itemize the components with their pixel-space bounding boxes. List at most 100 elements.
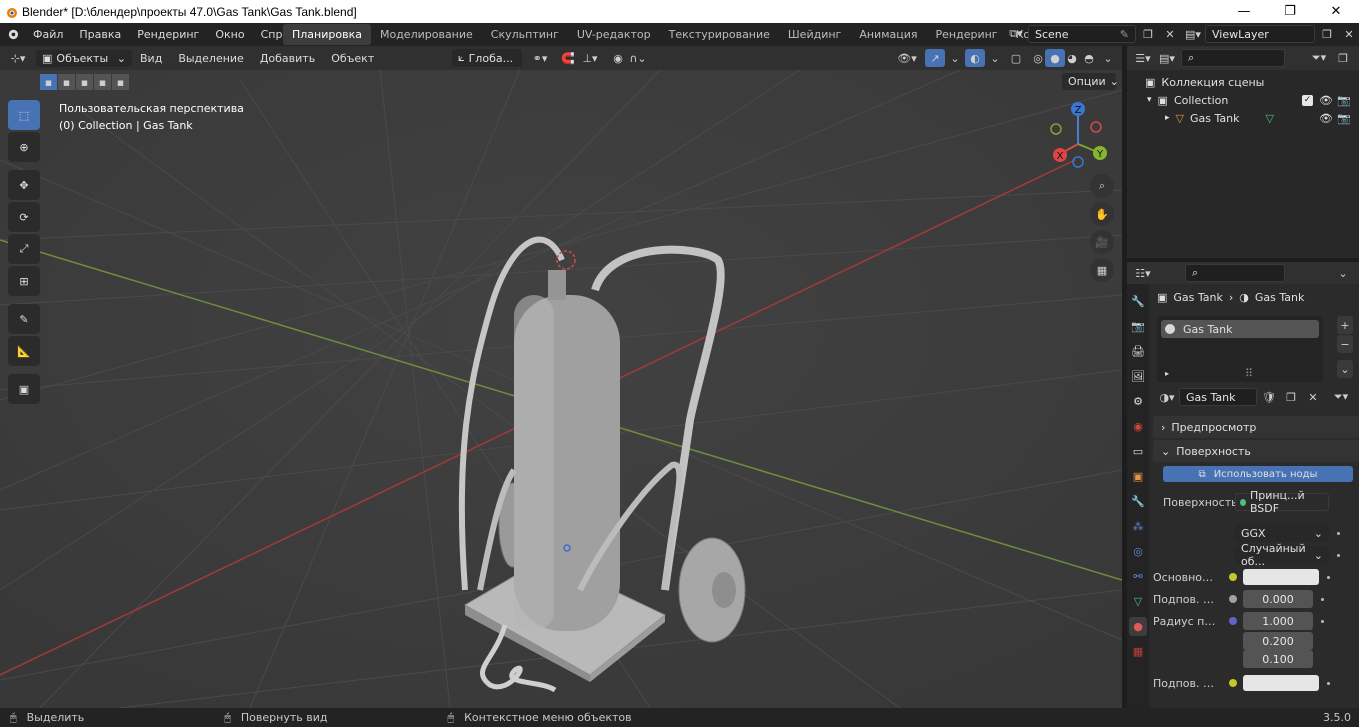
panel-surface[interactable]: ⌄ Поверхность (1153, 440, 1359, 462)
menu-select[interactable]: Выделение (170, 52, 252, 65)
pin-icon[interactable]: ✎ (1120, 28, 1129, 41)
scene-field[interactable]: Scene ✎ (1028, 25, 1136, 43)
keyframe-dot-icon[interactable] (1327, 681, 1330, 685)
material-link-icon[interactable]: ⏷▾ (1331, 388, 1351, 406)
snap-target-icon[interactable]: ⊥▾ (580, 49, 600, 67)
add-cube-tool-icon[interactable]: ▣ (8, 374, 40, 404)
outliner-row-gas-tank[interactable]: ▸ ▽ Gas Tank ▽ 👁 📷 (1127, 109, 1359, 127)
checkbox-icon[interactable]: ✓ (1302, 94, 1313, 106)
render-tab-icon[interactable]: 📷 (1129, 317, 1147, 336)
scale-tool-icon[interactable]: ⤢ (8, 234, 40, 264)
keyframe-dot-icon[interactable] (1337, 553, 1340, 557)
options-dropdown[interactable]: Опции ⌄ (1062, 73, 1119, 90)
menu-view[interactable]: Вид (132, 52, 170, 65)
duplicate-material-icon[interactable]: ❐ (1281, 388, 1301, 406)
remove-slot-button[interactable]: − (1337, 335, 1353, 353)
proportional-edit-icon[interactable]: ◉ (608, 49, 628, 67)
expand-icon[interactable]: ▾ (1147, 95, 1152, 105)
outliner-row-collection[interactable]: ▾ ▣ Collection ✓ 👁 📷 (1127, 91, 1359, 109)
measure-tool-icon[interactable]: 📐 (8, 336, 40, 366)
subsurface-color-swatch[interactable] (1243, 675, 1319, 691)
transform-tool-icon[interactable]: ⊞ (8, 266, 40, 296)
data-tab-icon[interactable]: ▽ (1129, 592, 1147, 611)
camera-icon[interactable]: 🎥 (1090, 230, 1114, 254)
visibility-icon[interactable]: 👁▾ (897, 49, 917, 67)
keyframe-dot-icon[interactable] (1321, 597, 1324, 601)
properties-search-input[interactable]: ⌕ (1185, 264, 1285, 282)
menu-edit[interactable]: Правка (71, 28, 129, 41)
falloff-icon[interactable]: ∩⌄ (628, 49, 648, 67)
new-scene-icon[interactable]: ❐ (1138, 25, 1158, 43)
close-button[interactable]: ✕ (1313, 0, 1359, 23)
subsurface-field[interactable]: 0.000 (1243, 590, 1313, 608)
resize-handle-icon[interactable]: ⠿ (1245, 367, 1253, 380)
subsurface-radius-y-field[interactable]: 0.200 (1243, 632, 1313, 650)
editor-type-icon[interactable]: ⊹▾ (8, 49, 28, 67)
tab-texture-paint[interactable]: Текстурирование (660, 24, 779, 45)
shading-dropdown-icon[interactable]: ⌄ (1098, 49, 1118, 67)
select-subtract-icon[interactable]: ▪ (76, 74, 93, 90)
view-layer-icon[interactable]: ▤▾ (1183, 25, 1203, 43)
navigation-gizmo[interactable]: Z Y X (1040, 100, 1120, 180)
new-collection-icon[interactable]: ❐ (1333, 49, 1353, 67)
view-layer-field[interactable]: ViewLayer (1205, 25, 1315, 43)
eye-icon[interactable]: 👁 (1319, 94, 1333, 107)
keyframe-dot-icon[interactable] (1321, 619, 1324, 623)
snap-icon[interactable]: 🧲 (558, 49, 578, 67)
scene-icon[interactable]: ⧉▾ (1006, 25, 1026, 43)
outliner-row-scene-collection[interactable]: ▣ Коллекция сцены (1127, 73, 1359, 91)
modifier-tab-icon[interactable]: 🔧 (1129, 492, 1147, 511)
filter-icon[interactable]: ⏷▾ (1309, 49, 1329, 67)
rotate-tool-icon[interactable]: ⟳ (8, 202, 40, 232)
output-tab-icon[interactable]: 🖨 (1129, 342, 1147, 361)
tool-tab-icon[interactable]: 🔧 (1129, 292, 1147, 311)
panel-preview[interactable]: › Предпросмотр (1153, 416, 1359, 438)
tab-animation[interactable]: Анимация (850, 24, 926, 45)
gizmo-dropdown-icon[interactable]: ⌄ (945, 49, 965, 67)
material-tab-icon[interactable]: ● (1129, 617, 1147, 636)
delete-scene-icon[interactable]: ✕ (1160, 25, 1180, 43)
menu-object[interactable]: Объект (323, 52, 382, 65)
world-tab-icon[interactable]: ◉ (1129, 417, 1147, 436)
subsurface-radius-z-field[interactable]: 0.100 (1243, 650, 1313, 668)
keyframe-dot-icon[interactable] (1337, 531, 1340, 535)
select-new-icon[interactable]: ▪ (40, 74, 57, 90)
zoom-icon[interactable]: ⌕ (1090, 174, 1114, 198)
expand-icon[interactable]: ▸ (1165, 369, 1169, 378)
distribution-dropdown[interactable]: GGX ⌄ (1235, 524, 1329, 542)
subsurface-method-dropdown[interactable]: Случайный об... ⌄ (1235, 542, 1329, 568)
slot-menu-button[interactable]: ⌄ (1337, 360, 1353, 378)
eye-icon[interactable]: 👁 (1319, 112, 1333, 125)
particles-tab-icon[interactable]: ⁂ (1129, 517, 1147, 536)
constraints-tab-icon[interactable]: ⚯ (1129, 567, 1147, 586)
grid-ortho-icon[interactable]: ▦ (1090, 258, 1114, 282)
properties-editor-icon[interactable]: ☷▾ (1133, 264, 1153, 282)
use-nodes-button[interactable]: ⧉ Использовать ноды (1163, 466, 1353, 482)
select-intersect-icon[interactable]: ▪ (94, 74, 111, 90)
view-layer-tab-icon[interactable]: 🖼 (1129, 367, 1147, 386)
add-slot-button[interactable]: + (1337, 316, 1353, 334)
object-tab-icon[interactable]: ▣ (1129, 467, 1147, 486)
gizmo-toggle-icon[interactable]: ↗ (925, 49, 945, 67)
texture-tab-icon[interactable]: ▦ (1129, 642, 1147, 661)
outliner-editor-icon[interactable]: ☰▾ (1133, 49, 1153, 67)
base-color-swatch[interactable] (1243, 569, 1319, 585)
tab-layout[interactable]: Планировка (283, 24, 371, 45)
minimize-button[interactable]: — (1221, 0, 1267, 23)
mode-dropdown[interactable]: ▣ Объекты ⌄ (36, 49, 132, 67)
transform-orientation-dropdown[interactable]: ⟀ Глоба... (452, 49, 522, 67)
scene-tab-icon[interactable]: ⚙ (1129, 392, 1147, 411)
subsurface-radius-x-field[interactable]: 1.000 (1243, 612, 1313, 630)
new-view-layer-icon[interactable]: ❐ (1317, 25, 1337, 43)
outliner-search-input[interactable]: ⌕ (1181, 49, 1285, 67)
overlays-icon[interactable]: ◐ (965, 49, 985, 67)
delete-view-layer-icon[interactable]: ✕ (1339, 25, 1359, 43)
tab-sculpting[interactable]: Скульптинг (482, 24, 568, 45)
tab-modeling[interactable]: Моделирование (371, 24, 482, 45)
camera-render-icon[interactable]: 📷 (1337, 94, 1351, 107)
camera-render-icon[interactable]: 📷 (1337, 112, 1351, 125)
blender-menu-icon[interactable] (0, 27, 25, 43)
display-mode-icon[interactable]: ▤▾ (1157, 49, 1177, 67)
physics-tab-icon[interactable]: ◎ (1129, 542, 1147, 561)
keyframe-dot-icon[interactable] (1327, 575, 1330, 579)
